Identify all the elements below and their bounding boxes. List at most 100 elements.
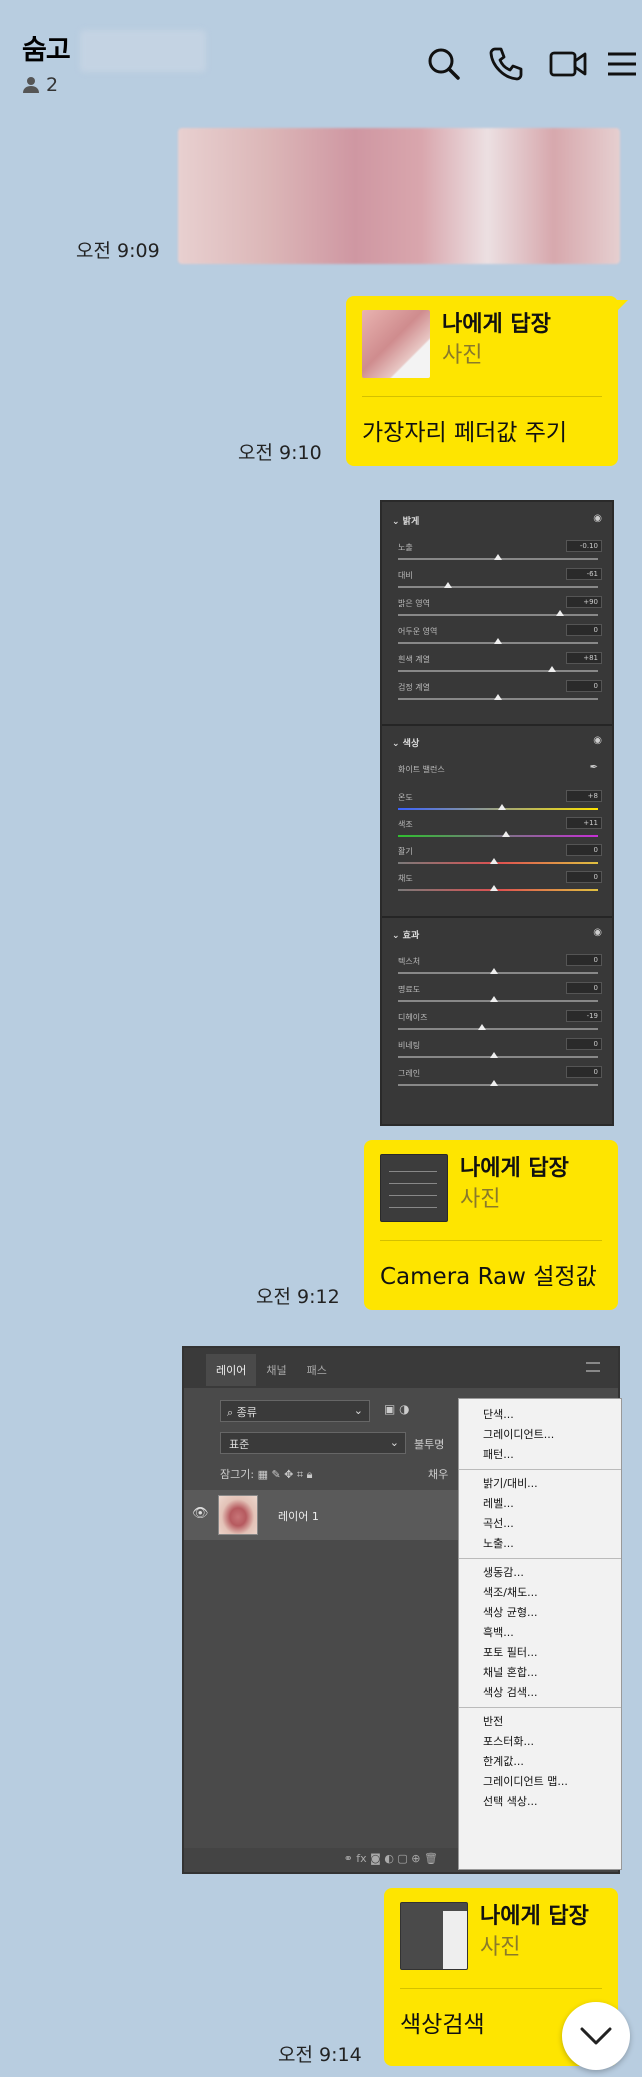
menu-item[interactable]: 밝기/대비...	[459, 1474, 621, 1494]
slider-value[interactable]: 0	[566, 1038, 602, 1050]
layer-row[interactable]: 👁︎ 레이어 1	[184, 1490, 458, 1540]
slider-knob[interactable]	[548, 666, 556, 672]
slider-value[interactable]: -19	[566, 1010, 602, 1022]
slider-knob[interactable]	[478, 1024, 486, 1030]
member-count[interactable]: 2	[22, 74, 58, 96]
blend-mode-select[interactable]: 표준 ⌄	[220, 1432, 406, 1454]
slider-track[interactable]	[398, 835, 598, 837]
slider-value[interactable]: -61	[566, 568, 602, 580]
camera-raw-screenshot[interactable]: ⌄ 밝게 ◉ 노출 -0.10 대비 -61 밝은 영역 +90 어두운 영역 0 흰색 계열 +81…	[380, 500, 614, 1126]
slider-track[interactable]	[398, 862, 598, 864]
reply-bubble[interactable]: 나에게 답장 사진 가장자리 페더값 주기	[346, 296, 618, 466]
eye-icon[interactable]: ◉	[593, 513, 602, 524]
section-header[interactable]: ⌄ 색상	[392, 736, 419, 749]
slider-track[interactable]	[398, 614, 598, 616]
slider-track[interactable]	[398, 1000, 598, 1002]
menu-item[interactable]: 그레이디언트 맵...	[459, 1772, 621, 1792]
menu-item[interactable]: 생동감...	[459, 1563, 621, 1583]
slider-value[interactable]: +8	[566, 790, 602, 802]
eyedropper-icon[interactable]: ✒	[590, 762, 598, 773]
section-header[interactable]: ⌄ 효과	[392, 928, 419, 941]
member-count-value: 2	[46, 74, 59, 96]
menu-item[interactable]: 레벨...	[459, 1494, 621, 1514]
menu-item[interactable]: 그레이디언트...	[459, 1425, 621, 1445]
slider-knob[interactable]	[494, 694, 502, 700]
slider-label: 밝은 영역	[398, 599, 430, 608]
slider-value[interactable]: 0	[566, 982, 602, 994]
menu-item[interactable]: 채널 혼합...	[459, 1663, 621, 1683]
slider-track[interactable]	[398, 586, 598, 588]
opacity-label: 불투명	[414, 1438, 445, 1451]
slider-value[interactable]: +90	[566, 596, 602, 608]
slider-knob[interactable]	[444, 582, 452, 588]
search-icon[interactable]	[424, 44, 464, 84]
slider-track[interactable]	[398, 1084, 598, 1086]
slider-label: 비네팅	[398, 1041, 421, 1050]
menu-item[interactable]: 곡선...	[459, 1514, 621, 1534]
slider-value[interactable]: +11	[566, 817, 602, 829]
menu-item[interactable]: 패턴...	[459, 1445, 621, 1465]
slider-value[interactable]: +81	[566, 652, 602, 664]
slider-knob[interactable]	[490, 996, 498, 1002]
slider-knob[interactable]	[494, 554, 502, 560]
section-header[interactable]: ⌄ 밝게	[392, 514, 419, 527]
slider-value[interactable]: 0	[566, 954, 602, 966]
shared-image-blurred[interactable]	[178, 128, 620, 264]
panel-menu-icon[interactable]	[586, 1362, 600, 1372]
tab-paths[interactable]: 패스	[297, 1354, 337, 1386]
eye-icon[interactable]: ◉	[593, 735, 602, 746]
menu-item[interactable]: 단색...	[459, 1405, 621, 1425]
slider-value[interactable]: 0	[566, 1066, 602, 1078]
slider-knob[interactable]	[490, 858, 498, 864]
menu-item[interactable]: 색상 균형...	[459, 1603, 621, 1623]
slider-track[interactable]	[398, 670, 598, 672]
slider-track[interactable]	[398, 972, 598, 974]
menu-item[interactable]: 선택 색상...	[459, 1792, 621, 1812]
slider-knob[interactable]	[490, 885, 498, 891]
reply-title: 나에게 답장	[460, 1156, 569, 1181]
slider-value[interactable]: 0	[566, 680, 602, 692]
adjustment-menu: 단색... 그레이디언트... 패턴... 밝기/대비... 레벨... 곡선... 노출.…	[458, 1398, 622, 1870]
menu-item[interactable]: 포스터화...	[459, 1732, 621, 1752]
slider-track[interactable]	[398, 1028, 598, 1030]
menu-item[interactable]: 노출...	[459, 1534, 621, 1554]
kind-filter[interactable]: ⌕ 종류 ⌄	[220, 1400, 370, 1422]
slider-value[interactable]: 0	[566, 624, 602, 636]
menu-item[interactable]: 색상 검색...	[459, 1683, 621, 1703]
menu-item[interactable]: 반전	[459, 1712, 621, 1732]
slider-track[interactable]	[398, 1056, 598, 1058]
slider-knob[interactable]	[498, 804, 506, 810]
menu-item[interactable]: 색조/채도...	[459, 1583, 621, 1603]
tab-layers[interactable]: 레이어	[206, 1354, 257, 1386]
lock-label: 잠그기:	[220, 1468, 255, 1481]
slider-knob[interactable]	[502, 831, 510, 837]
section-divider	[382, 916, 612, 918]
menu-item[interactable]: 포토 필터...	[459, 1643, 621, 1663]
slider-track[interactable]	[398, 889, 598, 891]
menu-icon[interactable]	[606, 44, 636, 84]
slider-knob[interactable]	[490, 1080, 498, 1086]
slider-knob[interactable]	[494, 638, 502, 644]
scroll-down-button[interactable]	[562, 2002, 630, 2070]
layer-name: 레이어 1	[278, 1510, 319, 1523]
slider-label: 어두운 영역	[398, 627, 438, 636]
layers-panel-screenshot[interactable]: 레이어 채널 패스 ⌕ 종류 ⌄ ▣ ◑ 표준 ⌄ 불투명 잠그기: ▦ ✎ ✥ ⌗…	[182, 1346, 622, 1874]
eye-icon[interactable]: 👁︎	[192, 1506, 209, 1521]
slider-value[interactable]: -0.10	[566, 540, 602, 552]
tab-channels[interactable]: 채널	[256, 1354, 296, 1386]
reply-bubble[interactable]: 나에게 답장 사진 Camera Raw 설정값	[364, 1140, 618, 1310]
reply-subtitle: 사진	[480, 1935, 521, 1960]
slider-value[interactable]: 0	[566, 871, 602, 883]
filter-icons[interactable]: ▣ ◑	[384, 1402, 410, 1416]
menu-item[interactable]: 한계값...	[459, 1752, 621, 1772]
slider-knob[interactable]	[490, 968, 498, 974]
video-call-icon[interactable]	[548, 44, 588, 84]
eye-icon[interactable]: ◉	[593, 927, 602, 938]
slider-knob[interactable]	[556, 610, 564, 616]
menu-item[interactable]: 흑백...	[459, 1623, 621, 1643]
phone-icon[interactable]	[486, 44, 526, 84]
slider-knob[interactable]	[490, 1052, 498, 1058]
slider-value[interactable]: 0	[566, 844, 602, 856]
divider	[400, 1988, 602, 1989]
layer-thumbnail	[218, 1495, 258, 1535]
